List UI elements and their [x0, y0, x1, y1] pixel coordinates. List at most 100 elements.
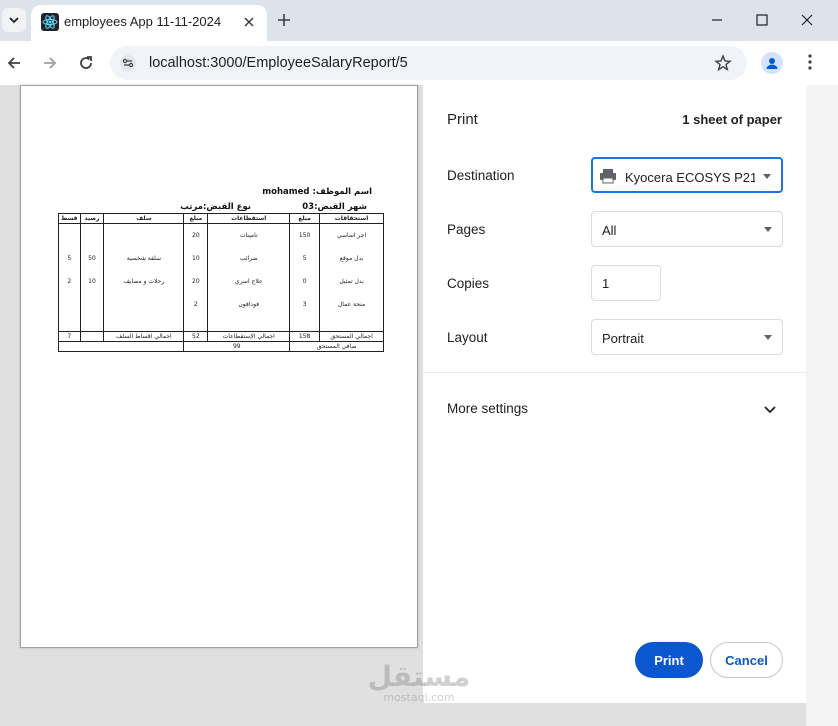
dropdown-caret-icon [764, 227, 772, 232]
header-cell: رصيد [79, 213, 105, 224]
more-vert-icon[interactable] [800, 52, 820, 72]
chevron-down-icon[interactable] [762, 401, 778, 417]
copies-input[interactable]: 1 [591, 265, 661, 301]
pages-value: All [602, 223, 617, 238]
table-cell: بدل تمثيل [319, 270, 384, 293]
table-row: منحة عمال 3 فودافون 2 [58, 293, 384, 331]
person-icon [766, 58, 778, 69]
destination-label: Destination [447, 168, 515, 183]
month-value: 03 [302, 202, 315, 212]
printer-icon [600, 169, 616, 184]
bookmark-star-icon[interactable] [713, 53, 733, 73]
dropdown-caret-icon [763, 174, 771, 179]
react-icon [41, 13, 59, 31]
net-value: 99 [183, 340, 291, 352]
table-cell: سلفة شخصية [103, 247, 185, 270]
layout-value: Portrait [602, 331, 644, 346]
header-cell: قسط [58, 213, 81, 224]
table-cell: اجمالي الإستقطاعات [207, 330, 291, 342]
site-info-icon[interactable] [118, 53, 138, 73]
address-bar[interactable]: localhost:3000/EmployeeSalaryReport/5 [110, 46, 747, 80]
table-cell: 0 [289, 270, 321, 293]
table-row: بدل تمثيل 0 علاج اسري 20 رحلات و مصايف 10 2 [58, 270, 384, 293]
month-line: شهر القبض:03 [302, 202, 367, 212]
table-cell [79, 223, 105, 247]
browser-toolbar: localhost:3000/EmployeeSalaryReport/5 [0, 41, 838, 85]
more-settings-toggle[interactable]: More settings [447, 401, 528, 416]
watermark-text: مستقل [367, 660, 471, 693]
type-label: نوع القبض: [203, 202, 251, 212]
destination-value: Kyocera ECOSYS P2135c [625, 170, 755, 185]
watermark-url: mostaql.com [383, 691, 455, 704]
table-cell [103, 293, 185, 331]
print-button[interactable]: Print [635, 642, 703, 678]
table-cell [58, 293, 81, 331]
table-cell: 20 [183, 223, 209, 247]
profile-avatar[interactable] [761, 52, 783, 74]
table-cell: اجمالي المستحق [319, 330, 384, 342]
forward-arrow-icon[interactable] [40, 53, 60, 73]
net-label: صافي المستحق [289, 340, 384, 352]
header-cell: استقطاعات [207, 213, 291, 224]
table-cell: 158 [289, 330, 321, 342]
table-cell: ضرائب [207, 247, 291, 270]
table-cell: 10 [79, 270, 105, 293]
month-label: شهر القبض: [314, 202, 367, 212]
table-cell: فودافون [207, 293, 291, 331]
reload-icon[interactable] [76, 53, 96, 73]
page-right-strip [806, 85, 838, 726]
table-cell [103, 223, 185, 247]
table-cell: اجر اساسي [319, 223, 384, 247]
table-cell: 20 [183, 270, 209, 293]
table-header-row: استحقاقات مبلغ استقطاعات مبلغ سلف رصيد ق… [58, 213, 384, 224]
chevron-down-icon [9, 17, 19, 24]
close-icon[interactable] [241, 14, 257, 30]
dropdown-caret-icon [764, 335, 772, 340]
header-cell: استحقاقات [319, 213, 384, 224]
print-preview-page: اسم الموظف: mohamed شهر القبض:03 نوع الق… [20, 85, 418, 648]
divider [423, 372, 807, 373]
table-cell: 2 [183, 293, 209, 331]
table-cell [58, 223, 81, 247]
totals-row: اجمالي المستحق 158 اجمالي الإستقطاعات 52… [58, 330, 384, 342]
table-cell: 150 [289, 223, 321, 247]
watermark-logo: مستقل mostaql.com [366, 662, 472, 710]
pages-select[interactable]: All [591, 211, 783, 247]
table-cell: 5 [289, 247, 321, 270]
table-cell [57, 340, 185, 352]
table-cell [79, 330, 105, 342]
tab-search-button[interactable] [2, 8, 26, 32]
table-cell: 5 [58, 247, 81, 270]
layout-select[interactable]: Portrait [591, 319, 783, 355]
table-cell: 10 [183, 247, 209, 270]
type-value: مرتب [180, 202, 204, 212]
layout-label: Layout [447, 330, 488, 345]
tab-title: employees App 11-11-2024 [64, 14, 222, 29]
table-cell [79, 293, 105, 331]
table-row: اجر اساسي 150 تامينات 20 [58, 223, 384, 247]
header-cell: سلف [103, 213, 185, 224]
url-text: localhost:3000/EmployeeSalaryReport/5 [149, 55, 408, 71]
net-row: صافي المستحق 99 [57, 340, 384, 352]
destination-select[interactable]: Kyocera ECOSYS P2135c [591, 157, 783, 193]
type-line: نوع القبض:مرتب [180, 202, 251, 212]
back-arrow-icon[interactable] [4, 53, 24, 73]
pages-label: Pages [447, 222, 486, 237]
copies-label: Copies [447, 276, 490, 291]
table-cell: بدل موقع [319, 247, 384, 270]
browser-tab[interactable]: employees App 11-11-2024 [31, 5, 267, 41]
plus-icon[interactable] [274, 10, 294, 30]
table-cell: 50 [79, 247, 105, 270]
cancel-button[interactable]: Cancel [710, 642, 783, 678]
window-close-icon[interactable] [797, 10, 817, 30]
minimize-icon[interactable] [707, 10, 727, 30]
maximize-icon[interactable] [752, 10, 772, 30]
table-cell: منحة عمال [319, 293, 384, 331]
table-cell: اجمالي اقساط السلف [103, 330, 185, 342]
table-cell: رحلات و مصايف [103, 270, 185, 293]
sheet-count: 1 sheet of paper [682, 112, 782, 127]
table-cell: 7 [58, 330, 81, 342]
table-cell: 3 [289, 293, 321, 331]
salary-report-table: استحقاقات مبلغ استقطاعات مبلغ سلف رصيد ق… [57, 213, 384, 352]
employee-name-line: اسم الموظف: mohamed [262, 187, 372, 197]
